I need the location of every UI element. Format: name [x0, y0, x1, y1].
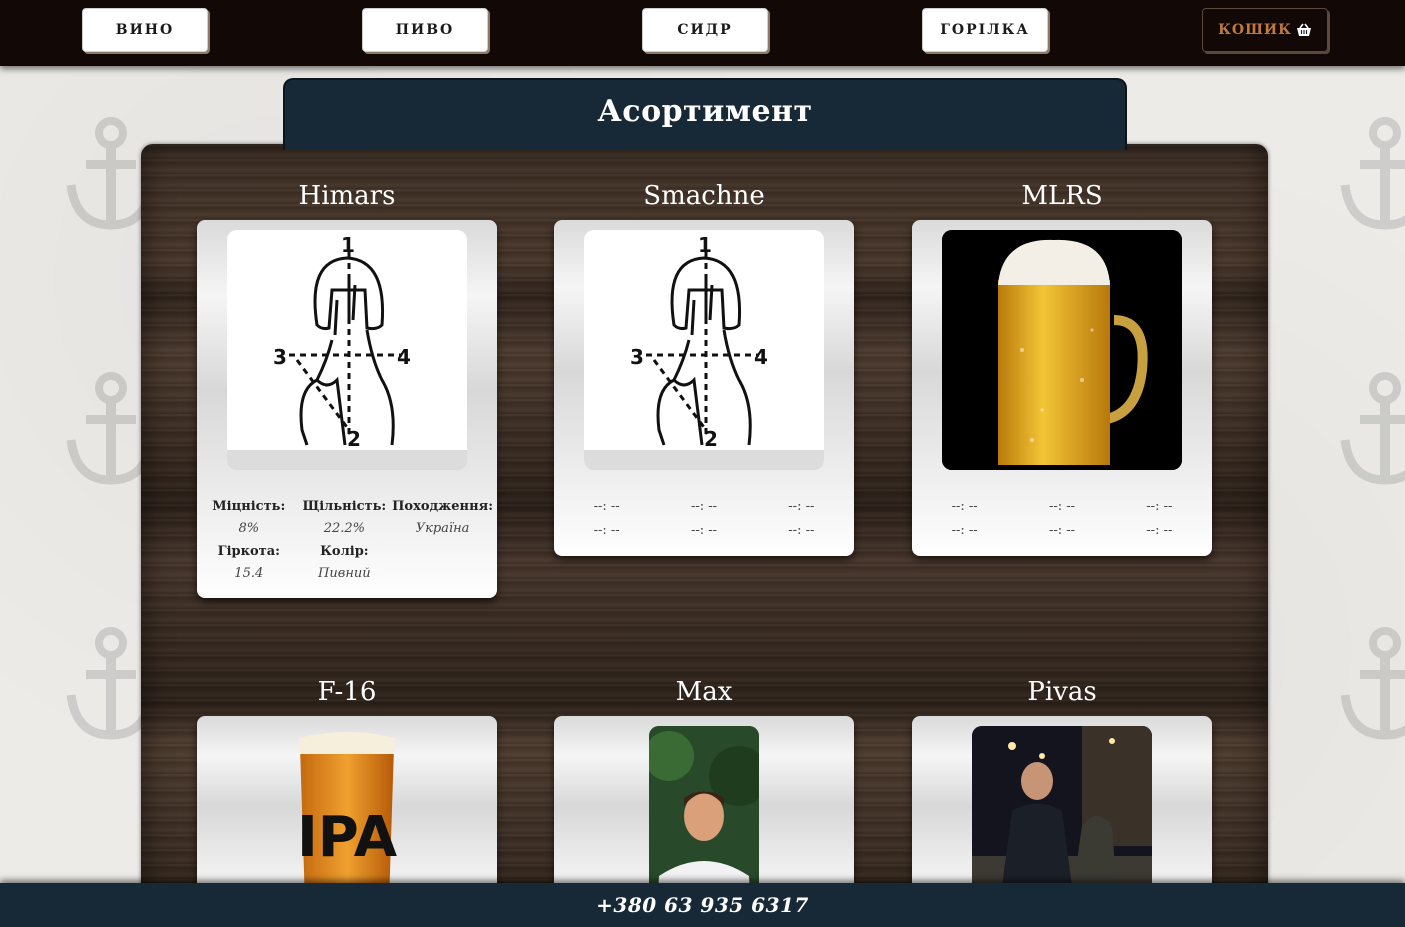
spec-label: Походження:: [392, 499, 493, 514]
stop-gesture-illustration: 1 3 4 2: [584, 230, 824, 451]
spec-origin: Походження: Україна: [392, 496, 493, 539]
product-specs: --: -- --: -- --: -- --: -- --: -- --: -…: [558, 496, 850, 542]
footer-phone[interactable]: +380 63 935 6317: [596, 893, 809, 917]
anchor-watermark-icon: [1340, 372, 1405, 485]
svg-text:3: 3: [273, 345, 287, 369]
spec-placeholder: --: --: [951, 523, 978, 538]
nav-button-beer[interactable]: ПИВО: [362, 8, 488, 52]
product-item[interactable]: F-16 IPA: [197, 672, 497, 927]
spec-label: Міцність:: [212, 499, 286, 514]
spec-strength: Міцність: 8%: [201, 496, 297, 539]
spec-bitterness: Гіркота: 15.4: [201, 541, 297, 584]
spec-placeholder: --: --: [1146, 499, 1173, 514]
svg-text:1: 1: [341, 233, 355, 257]
spec-value: Пивний: [318, 566, 371, 581]
spec-placeholder: --: --: [788, 523, 815, 538]
product-card[interactable]: --: -- --: -- --: -- --: -- --: -- --: -…: [912, 220, 1212, 556]
product-name: Smachne: [643, 181, 765, 211]
spec-placeholder: --: --: [1048, 523, 1076, 538]
svg-text:2: 2: [347, 427, 361, 451]
spec-placeholder: --: --: [788, 499, 815, 514]
footer-bar: +380 63 935 6317: [0, 883, 1405, 927]
product-item[interactable]: Smachne 1 3 4 2 --: -- --: -- --: -- --:…: [554, 176, 854, 556]
spec-value: 15.4: [234, 566, 264, 581]
spec-placeholder: --: --: [593, 523, 620, 538]
product-image: 1 3 4 2: [584, 230, 824, 470]
spec-value: 22.2%: [323, 521, 365, 536]
top-nav-bar: ВИНО ПИВО СИДР ГОРІЛКА КОШИК: [0, 0, 1405, 66]
nav-button-wine[interactable]: ВИНО: [82, 8, 208, 52]
stop-gesture-illustration: 1 3 4 2: [227, 230, 467, 451]
spec-placeholder: --: --: [951, 499, 978, 514]
spec-value: Україна: [415, 521, 470, 536]
product-board: Himars 1 3 4 2 Міцність: 8% Щільність: 2…: [141, 144, 1268, 927]
spec-label: Колір:: [320, 544, 369, 559]
spec-label: Гіркота:: [217, 544, 280, 559]
spec-value: 8%: [238, 521, 260, 536]
product-card[interactable]: 1 3 4 2 Міцність: 8% Щільність: 22.2% По…: [197, 220, 497, 598]
spec-placeholder: --: --: [690, 523, 718, 538]
svg-text:3: 3: [630, 345, 644, 369]
spec-label: Щільність:: [302, 499, 387, 514]
spec-color: Колір: Пивний: [297, 541, 393, 584]
product-item[interactable]: Himars 1 3 4 2 Міцність: 8% Щільність: 2…: [197, 176, 497, 598]
product-name: MLRS: [1021, 181, 1103, 211]
svg-text:4: 4: [754, 345, 768, 369]
nav-button-cider[interactable]: СИДР: [642, 8, 768, 52]
product-item[interactable]: Max: [554, 672, 854, 927]
svg-text:IPA: IPA: [297, 805, 398, 870]
page-title: Асортимент: [597, 94, 813, 129]
svg-text:4: 4: [397, 345, 411, 369]
spec-placeholder: --: --: [1146, 523, 1173, 538]
product-image: 1 3 4 2: [227, 230, 467, 470]
anchor-watermark-icon: [1340, 627, 1405, 740]
product-specs: --: -- --: -- --: -- --: -- --: -- --: -…: [916, 496, 1208, 542]
basket-icon: [1296, 23, 1311, 36]
svg-text:2: 2: [704, 427, 718, 451]
product-item[interactable]: MLRS --: -- --: -- --: -- --: -- --: -- …: [912, 176, 1212, 556]
assortment-title-tab: Асортимент: [283, 78, 1127, 150]
svg-text:1: 1: [698, 233, 712, 257]
product-item[interactable]: Pivas: [912, 672, 1212, 927]
product-name: Himars: [298, 181, 396, 211]
cart-label: КОШИК: [1218, 22, 1292, 38]
anchor-watermark-icon: [1340, 117, 1405, 230]
spec-density: Щільність: 22.2%: [297, 496, 393, 539]
spec-placeholder: --: --: [593, 499, 620, 514]
product-image: [942, 230, 1182, 470]
product-card[interactable]: 1 3 4 2 --: -- --: -- --: -- --: -- --: …: [554, 220, 854, 556]
product-specs: Міцність: 8% Щільність: 22.2% Походження…: [201, 496, 493, 584]
nav-button-vodka[interactable]: ГОРІЛКА: [922, 8, 1048, 52]
product-name: Pivas: [1027, 677, 1097, 707]
product-name: Max: [675, 677, 733, 707]
spec-placeholder: --: --: [1048, 499, 1076, 514]
product-name: F-16: [317, 677, 377, 707]
cart-button[interactable]: КОШИК: [1202, 8, 1328, 52]
beer-mug-photo: [942, 230, 1182, 470]
spec-placeholder: --: --: [690, 499, 718, 514]
